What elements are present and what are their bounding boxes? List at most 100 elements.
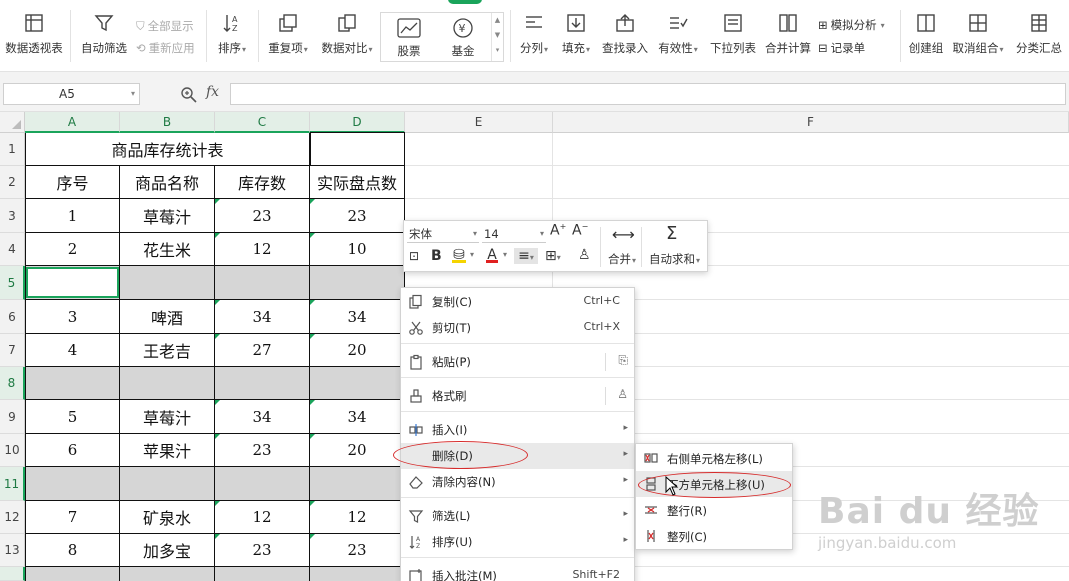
table-cell[interactable]: 23 [215,534,310,567]
font-color-icon[interactable]: A [486,247,498,263]
row-header-1[interactable]: 1 [0,133,25,166]
menu-item-clear[interactable]: 清除内容(N) ▸ [401,469,634,495]
table-cell[interactable]: 34 [310,400,405,434]
table-cell-empty[interactable] [215,266,310,300]
active-cell-a5[interactable] [26,267,119,298]
table-cell[interactable]: 3 [26,300,120,334]
table-cell-empty[interactable] [120,266,215,300]
table-cell[interactable]: 34 [215,300,310,334]
name-box[interactable]: A5 ▾ [3,83,140,105]
table-cell-empty[interactable] [26,367,120,400]
table-title[interactable]: 商品库存统计表 [26,133,310,166]
split-column-button[interactable]: 分列▾ [514,12,554,56]
fill-button[interactable]: 填充▾ [558,12,594,56]
table-cell-empty[interactable] [120,467,215,501]
menu-item-filter[interactable]: 筛选(L) ▸ [401,503,634,529]
table-cell[interactable]: 草莓汁 [120,199,215,233]
column-header-a[interactable]: A [25,112,120,133]
table-cell[interactable]: 1 [26,199,120,233]
table-header-cell[interactable]: 实际盘点数 [310,166,405,199]
row-header-7[interactable]: 7 [0,334,25,367]
select-all-corner[interactable] [0,112,25,133]
bold-icon[interactable]: B [431,248,442,264]
fund-button[interactable]: ¥ 基金 [437,17,489,59]
table-cell[interactable]: 5 [26,400,120,434]
table-cell[interactable]: 4 [26,334,120,367]
row-header-9[interactable]: 9 [0,400,25,434]
stocks-button[interactable]: 股票 [383,17,435,59]
column-header-e[interactable]: E [405,112,553,133]
pivot-table-button[interactable]: 数据透视表 [4,12,64,56]
table-cell[interactable]: 6 [26,434,120,467]
menu-item-insert-comment[interactable]: 插入批注(M) Shift+F2 [401,563,634,581]
row-header-6[interactable]: 6 [0,300,25,334]
chevron-down-icon[interactable]: ▾ [470,250,474,259]
sort-button[interactable]: AZ 排序▾ [212,12,252,56]
data-compare-button[interactable]: 数据对比▾ [318,12,376,56]
submenu-item-shift-left[interactable]: 右侧单元格左移(L) [636,445,792,471]
table-cell[interactable]: 23 [310,199,405,233]
table-cell[interactable]: 矿泉水 [120,501,215,534]
record-sheet-button[interactable]: ⊟ 记录单 [818,40,865,56]
sigma-icon[interactable]: Σ [666,223,677,244]
table-cell-empty[interactable] [215,467,310,501]
merge-calc-button[interactable]: 合并计算 [762,12,814,56]
table-cell[interactable]: 10 [310,233,405,266]
create-group-button[interactable]: 创建组 [906,12,946,56]
table-cell[interactable]: 23 [310,534,405,567]
table-header-cell[interactable]: 商品名称 [120,166,215,199]
table-cell-empty[interactable] [215,367,310,400]
auto-filter-button[interactable]: 自动筛选 [78,12,130,56]
table-cell[interactable]: 7 [26,501,120,534]
column-header-d[interactable]: D [310,112,405,133]
table-cell-empty[interactable] [120,567,215,581]
column-header-f[interactable]: F [553,112,1069,133]
chevron-down-icon[interactable]: ▾ [503,250,507,259]
dropdown-list-button[interactable]: 下拉列表 [708,12,758,56]
table-cell[interactable]: 12 [310,501,405,534]
menu-item-insert[interactable]: 插入(I) ▸ [401,417,634,443]
gallery-scroll[interactable]: ▲ ▼ ▾ [491,13,503,61]
table-cell-empty[interactable] [215,567,310,581]
menu-item-copy[interactable]: 复制(C) Ctrl+C [401,289,634,315]
table-cell[interactable] [310,133,405,166]
submenu-item-entire-column[interactable]: 整列(C) [636,523,792,549]
format-painter-icon[interactable]: ♙ [578,247,591,263]
font-select[interactable]: 宋体 ▾ [407,225,479,243]
ungroup-button[interactable]: 取消组合▾ [950,12,1006,56]
show-all-button[interactable]: ⛉ 全部显示 [136,18,194,34]
formula-input[interactable] [230,83,1066,105]
table-cell[interactable]: 2 [26,233,120,266]
table-header-cell[interactable]: 库存数 [215,166,310,199]
menu-item-sort[interactable]: AZ 排序(U) ▸ [401,529,634,555]
table-cell[interactable]: 23 [215,434,310,467]
table-cell[interactable]: 20 [310,434,405,467]
row-header-14[interactable] [0,567,25,581]
merge-button[interactable]: 合并▾ [608,251,636,267]
table-cell[interactable]: 王老吉 [120,334,215,367]
table-cell-empty[interactable] [120,367,215,400]
row-header-3[interactable]: 3 [0,199,25,233]
table-cell[interactable]: 苹果汁 [120,434,215,467]
validity-button[interactable]: 有效性▾ [654,12,702,56]
row-header-12[interactable]: 12 [0,501,25,534]
chevron-down-icon[interactable]: ▾ [131,84,135,104]
fx-icon[interactable]: fx [206,84,219,100]
table-cell[interactable]: 啤酒 [120,300,215,334]
increase-font-icon[interactable]: A+ [550,222,566,239]
table-cell-empty[interactable] [26,567,120,581]
table-cell[interactable]: 27 [215,334,310,367]
column-header-b[interactable]: B [120,112,215,133]
menu-item-format-painter[interactable]: 格式刷 ♙ [401,383,634,409]
row-header-13[interactable]: 13 [0,534,25,567]
what-if-button[interactable]: ⊞ 模拟分析 ▾ [818,17,885,33]
table-cell[interactable]: 草莓汁 [120,400,215,434]
subtotal-button[interactable]: 分类汇总 [1012,12,1066,56]
table-cell[interactable]: 12 [215,233,310,266]
align-icon[interactable]: ≡▾ [514,248,538,264]
row-header-8[interactable]: 8 [0,367,25,400]
decrease-font-icon[interactable]: A− [572,222,588,239]
table-header-cell[interactable]: 序号 [26,166,120,199]
table-cell[interactable]: 34 [310,300,405,334]
table-cell[interactable]: 加多宝 [120,534,215,567]
